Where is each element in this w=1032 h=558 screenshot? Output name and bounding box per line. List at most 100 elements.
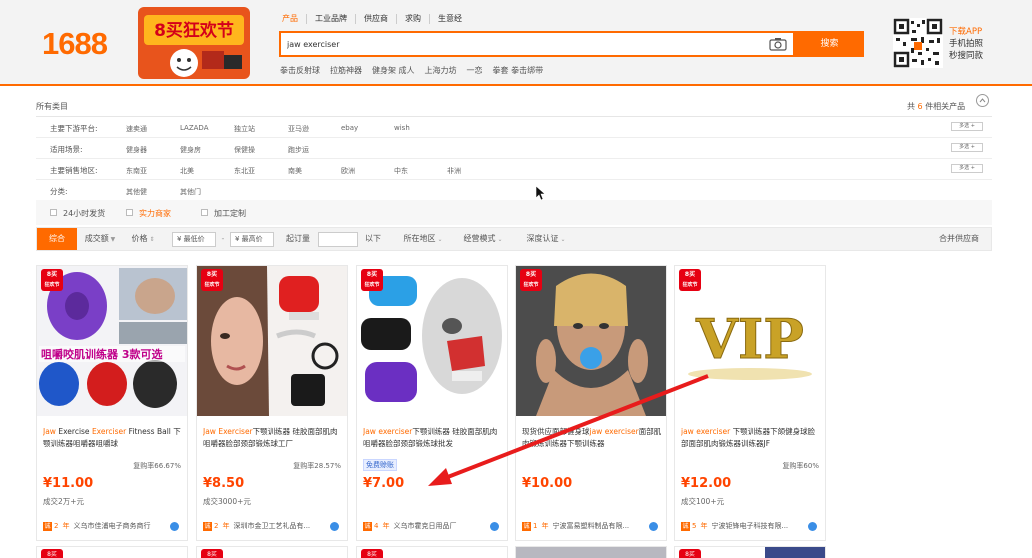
product-title[interactable]: Jaw exerciser下颚训练器 硅胶面部肌肉咀嚼器脸部颈部锻炼球批发 [363,426,503,450]
sort-comprehensive[interactable]: 综合 [37,228,77,250]
verified-shield-icon [808,522,817,531]
sales-volume: 成交2万+元 [43,497,85,506]
supplier-info[interactable]: 诚 2 年义乌市佳浦电子商务商行 [43,521,150,531]
filter-option[interactable]: 南美 [288,166,302,176]
checkbox-24h-shipping[interactable] [50,209,57,216]
image-overlay-text: 咀嚼咬肌训练器 3款可选 [41,347,162,361]
filter-option[interactable]: 其他门 [180,187,201,197]
filter-option[interactable]: 北美 [180,166,194,176]
feature-strong-merchant[interactable]: 实力商家 [139,208,171,219]
product-price: ¥7.00 [363,476,405,491]
promo-badge: 8买 狂欢节 [201,269,223,291]
free-credit-tag: 免费赊账 [363,459,397,471]
moq-label: 起订量 [286,234,310,243]
all-categories[interactable]: 所有类目 [36,101,68,112]
multi-select-button[interactable]: 多选 + [951,143,983,152]
product-card[interactable]: 咀嚼咬肌训练器 3款可选 8买 狂欢节 Jaw Exercise Exercise… [36,265,188,541]
supplier-name: 深圳市金卫工艺礼品有... [233,522,311,530]
max-price-input[interactable]: ¥ 最高价 [230,232,274,247]
chevron-down-icon: ⌄ [495,236,503,243]
feature-custom-processing[interactable]: 加工定制 [214,208,246,219]
feature-24h-shipping[interactable]: 24小时发货 [63,208,105,219]
filter-option[interactable]: 跑步运 [288,145,309,155]
chevron-down-icon: ⌄ [558,236,566,243]
product-card-partial[interactable]: 8买 [674,546,826,558]
verified-shield-icon [649,522,658,531]
filter-option[interactable]: 欧洲 [341,166,355,176]
certification-dropdown[interactable]: 深度认证 ⌄ [515,228,577,250]
camera-icon[interactable] [769,37,787,51]
filter-row-platform: 主要下游平台: 速卖通 LAZADA 独立站 亚马逊 ebay wish 多选 … [36,117,992,138]
product-card-partial[interactable]: 8买 [196,546,348,558]
hot-word[interactable]: 一恋 [467,65,483,76]
search-button[interactable]: 搜索 [795,31,864,57]
filter-panel: 主要下游平台: 速卖通 LAZADA 独立站 亚马逊 ebay wish 多选 … [36,116,992,201]
hot-word[interactable]: 上海力坊 [425,65,457,76]
tab-business-tips[interactable]: 生意经 [430,14,470,24]
supplier-name: 义乌市霍克日用品厂 [393,522,457,530]
multi-select-button[interactable]: 多选 + [951,122,983,131]
filter-option[interactable]: ebay [341,124,358,132]
product-price: ¥12.00 [681,476,732,491]
filter-option[interactable]: 健身器 [126,145,147,155]
filter-option[interactable]: 东南亚 [126,166,147,176]
filter-option[interactable]: 东北亚 [234,166,255,176]
supplier-years: 2 [214,522,219,530]
product-card[interactable]: 8买 狂欢节 Jaw exerciser下颚训练器 硅胶面部肌肉咀嚼器脸部颈部锻炼… [356,265,508,541]
filter-option[interactable]: 健身房 [180,145,201,155]
tab-suppliers[interactable]: 供应商 [356,14,397,24]
business-mode-dropdown[interactable]: 经营模式 ⌄ [455,228,511,250]
years-icon: 诚 [681,522,690,531]
supplier-info[interactable]: 诚 1 年宁波富易塑料制品有限... [522,521,629,531]
tab-products[interactable]: 产品 [282,14,307,24]
supplier-info[interactable]: 诚 4 年义乌市霍克日用品厂 [363,521,456,531]
filter-option[interactable]: 其他健 [126,187,147,197]
promo-banner[interactable]: 8买狂欢节 [132,5,254,83]
region-dropdown[interactable]: 所在地区 ⌄ [395,228,451,250]
promo-badge: 8买 狂欢节 [361,269,383,291]
filter-option[interactable]: 速卖通 [126,124,147,134]
filter-option[interactable]: 保健操 [234,145,255,155]
product-card[interactable]: 8买 狂欢节 Jaw Exerciser下颚训练器 硅胶面部肌肉咀嚼器脸部颈部锻炼… [196,265,348,541]
search-input[interactable] [287,38,757,50]
collapse-icon[interactable] [976,94,989,107]
filter-option[interactable]: LAZADA [180,124,209,132]
filter-option[interactable]: 亚马逊 [288,124,309,134]
product-title[interactable]: jaw exerciser 下颚训练器下颌健身球脸部面部肌肉锻炼器训练器JF [681,426,821,450]
filter-option[interactable]: 非洲 [447,166,461,176]
supplier-info[interactable]: 诚 2 年深圳市金卫工艺礼品有... [203,521,310,531]
filter-option[interactable]: wish [394,124,410,132]
moq-input[interactable] [318,232,358,247]
site-logo[interactable]: 1688 [42,26,108,62]
min-price-input[interactable]: ¥ 最低价 [172,232,216,247]
download-app-text[interactable]: 下载APP 手机拍照 秒搜同款 [949,26,983,62]
merge-suppliers-toggle[interactable]: 合并供应商 [929,228,989,250]
hot-word[interactable]: 拳套 拳击绑带 [493,65,544,76]
product-title[interactable]: 现货供应面部健身球jaw exerciser面部肌肉锻炼训练器下颚训练器 [522,426,662,450]
filter-option[interactable]: 中东 [394,166,408,176]
supplier-name: 义乌市佳浦电子商务商行 [73,522,151,530]
checkbox-strong-merchant[interactable] [126,209,133,216]
filter-label: 分类: [50,187,68,196]
hot-word[interactable]: 拳击反射球 [280,65,320,76]
tab-buying[interactable]: 求购 [397,14,430,24]
sort-price[interactable]: 价格 ⇕ [125,228,161,250]
filter-option[interactable]: 独立站 [234,124,255,134]
product-card[interactable]: 8买 狂欢节 现货供应面部健身球jaw exerciser面部肌肉锻炼训练器下颚训… [515,265,667,541]
multi-select-button[interactable]: 多选 + [951,164,983,173]
product-card-partial[interactable]: 8买 [356,546,508,558]
supplier-info[interactable]: 诚 5 年宁波钜锋电子科技有限... [681,521,788,531]
filter-row-region: 主要销售地区: 东南亚 北美 东北亚 南美 欧洲 中东 非洲 多选 + [36,159,992,180]
product-title[interactable]: Jaw Exercise Exerciser Fitness Ball 下颚训练… [43,426,183,450]
product-card-partial[interactable] [515,546,667,558]
sort-volume[interactable]: 成交额 ▼ [79,228,121,250]
site-header: 1688 8买狂欢节 产品 工业品牌 供应商 求购 生意经 搜索 拳击反射球 拉… [0,0,1032,86]
tab-industrial-brands[interactable]: 工业品牌 [307,14,356,24]
product-card-partial[interactable]: 8买 [36,546,188,558]
product-title[interactable]: Jaw Exerciser下颚训练器 硅胶面部肌肉咀嚼器脸部颈部锻炼球工厂 [203,426,343,450]
checkbox-custom-processing[interactable] [201,209,208,216]
product-card[interactable]: VIP 8买 狂欢节 jaw exerciser 下颚训练器下颌健身球脸部面部肌肉… [674,265,826,541]
supplier-years: 5 [692,522,697,530]
hot-word[interactable]: 健身架 成人 [372,65,415,76]
hot-word[interactable]: 拉筋神器 [330,65,362,76]
